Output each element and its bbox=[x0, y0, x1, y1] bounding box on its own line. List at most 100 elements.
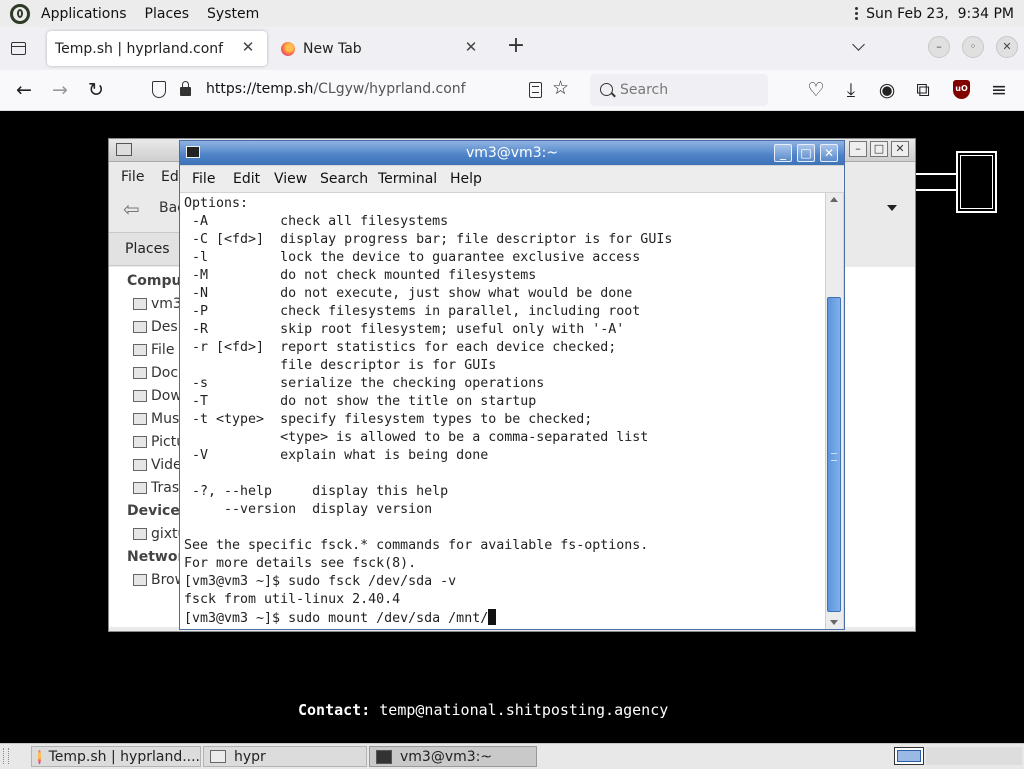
sidebar-item-vm3[interactable]: vm3 bbox=[133, 296, 181, 312]
tab-new-tab[interactable]: New Tab ✕ bbox=[275, 31, 490, 66]
sidebar-item-device[interactable]: gixtu bbox=[133, 526, 180, 542]
applications-menu[interactable]: Applications bbox=[36, 6, 132, 22]
sidebar-item-videos[interactable]: Vide bbox=[133, 457, 181, 473]
sidebar-item-label: vm3 bbox=[151, 296, 181, 312]
search-icon bbox=[600, 83, 613, 96]
firefox-view-icon[interactable] bbox=[8, 39, 28, 59]
folder-icon bbox=[133, 436, 147, 448]
forward-arrow-icon[interactable]: → bbox=[50, 80, 70, 100]
terminal-line: -l lock the device to guarantee exclusiv… bbox=[192, 250, 641, 265]
sidebar-item-label: Brow bbox=[151, 572, 180, 588]
menu-file[interactable]: File bbox=[192, 171, 215, 187]
taskbar-item-browser[interactable]: Temp.sh | hyprland.... bbox=[31, 746, 201, 767]
dropdown-arrow-icon[interactable] bbox=[887, 205, 897, 211]
ascii-art-decoration bbox=[956, 151, 997, 213]
minimize-window-button[interactable]: – bbox=[928, 36, 950, 58]
close-tab-icon[interactable]: ✕ bbox=[241, 40, 255, 55]
top-panel: Applications Places System Sun Feb 23, 9… bbox=[0, 0, 1024, 28]
taskbar-item-file-manager[interactable]: hypr bbox=[203, 746, 367, 767]
distro-logo-icon[interactable] bbox=[10, 3, 30, 24]
sidebar-item-label: Desk bbox=[151, 319, 180, 335]
menu-edit[interactable]: Edit bbox=[233, 171, 260, 187]
navigation-toolbar: ← → ↻ https://temp.sh/CLgyw/hyprland.con… bbox=[0, 70, 1024, 111]
maximize-window-button[interactable]: ◦ bbox=[962, 36, 984, 58]
search-bar[interactable]: Search bbox=[590, 74, 768, 106]
sidebar-item-documents[interactable]: Docu bbox=[133, 365, 180, 381]
sidebar-item-trash[interactable]: Trasl bbox=[133, 480, 180, 496]
url-bar[interactable]: https://temp.sh/CLgyw/hyprland.conf ☆ bbox=[140, 74, 580, 106]
close-button[interactable]: ✕ bbox=[891, 141, 909, 157]
sidebar-item-music[interactable]: Musi bbox=[133, 411, 180, 427]
places-menu[interactable]: Places bbox=[140, 6, 195, 22]
contact-email-link[interactable]: temp@national.shitposting.agency bbox=[379, 701, 668, 719]
sidebar-item-desktop[interactable]: Desk bbox=[133, 319, 180, 335]
terminal-line: -V explain what is being done bbox=[192, 448, 489, 463]
system-menu[interactable]: System bbox=[202, 6, 264, 22]
back-icon[interactable]: ⇦ bbox=[123, 197, 147, 221]
taskbar-item-label: hypr bbox=[234, 748, 266, 765]
pocket-icon[interactable]: ♡ bbox=[806, 80, 826, 100]
terminal-titlebar[interactable]: vm3@vm3:~ _ □ ✕ bbox=[180, 141, 844, 165]
terminal-window: vm3@vm3:~ _ □ ✕ File Edit View Search Te… bbox=[179, 140, 845, 630]
reload-icon[interactable]: ↻ bbox=[86, 80, 106, 100]
section-heading-network: Network bbox=[127, 549, 180, 565]
url-host: https://temp.sh bbox=[206, 81, 314, 97]
minimize-button[interactable]: – bbox=[849, 141, 867, 157]
workspace-switcher[interactable] bbox=[926, 747, 1022, 765]
lock-icon[interactable] bbox=[180, 81, 191, 96]
menu-search[interactable]: Search bbox=[320, 171, 368, 187]
menu-view[interactable]: View bbox=[274, 171, 307, 187]
fm-menu-file[interactable]: File bbox=[121, 169, 144, 185]
extensions-puzzle-icon[interactable]: ⧉ bbox=[913, 80, 933, 100]
section-heading-computer: Compute bbox=[127, 273, 181, 289]
sidebar-item-label: gixtu bbox=[151, 526, 180, 542]
contact-label: Contact: bbox=[298, 701, 371, 719]
places-selector[interactable]: Places bbox=[109, 232, 181, 266]
scrollbar-thumb[interactable] bbox=[827, 297, 841, 612]
tab-temp-sh[interactable]: Temp.sh | hyprland.conf ✕ bbox=[47, 31, 267, 66]
sidebar-item-downloads[interactable]: Dow bbox=[133, 388, 180, 404]
sidebar-item-label: Pictu bbox=[151, 434, 180, 450]
url-text[interactable]: https://temp.sh/CLgyw/hyprland.conf bbox=[206, 81, 466, 97]
taskbar-item-label: vm3@vm3:~ bbox=[400, 748, 493, 765]
menu-terminal[interactable]: Terminal bbox=[378, 171, 437, 187]
sidebar-item-pictures[interactable]: Pictu bbox=[133, 434, 180, 450]
maximize-button[interactable]: □ bbox=[870, 141, 888, 157]
maximize-button[interactable]: □ bbox=[797, 144, 815, 162]
taskbar-item-terminal[interactable]: vm3@vm3:~ bbox=[369, 746, 537, 767]
terminal-menubar: File Edit View Search Terminal Help bbox=[180, 166, 844, 193]
bookmark-star-icon[interactable]: ☆ bbox=[552, 78, 569, 98]
close-tab-icon[interactable]: ✕ bbox=[464, 40, 478, 55]
hamburger-menu-icon[interactable]: ≡ bbox=[989, 80, 1009, 100]
terminal-line: -?, --help display this help bbox=[192, 484, 449, 499]
close-button[interactable]: ✕ bbox=[820, 144, 838, 162]
sidebar-item-file-system[interactable]: File S bbox=[133, 342, 180, 358]
terminal-scrollbar[interactable] bbox=[825, 193, 843, 629]
back-arrow-icon[interactable]: ← bbox=[14, 80, 34, 100]
tracking-protection-shield-icon[interactable] bbox=[152, 81, 166, 98]
sidebar-item-browse-network[interactable]: Brow bbox=[133, 572, 180, 588]
folder-icon bbox=[210, 750, 226, 763]
terminal-output[interactable]: Options: -A check all filesystems -C [<f… bbox=[180, 193, 825, 629]
drive-icon bbox=[133, 528, 147, 540]
new-tab-button[interactable]: + bbox=[505, 35, 527, 57]
minimize-button[interactable]: _ bbox=[774, 144, 792, 162]
workspace-1[interactable] bbox=[894, 747, 924, 765]
terminal-line: -N do not execute, just show what would … bbox=[192, 286, 633, 301]
terminal-line: -r [<fd>] report statistics for each dev… bbox=[192, 340, 617, 355]
sidebar-item-label: Vide bbox=[151, 457, 181, 473]
menu-help[interactable]: Help bbox=[450, 171, 482, 187]
scroll-down-arrow-icon[interactable] bbox=[830, 620, 838, 625]
network-icon bbox=[133, 574, 147, 586]
reader-view-icon[interactable] bbox=[529, 82, 542, 98]
terminal-line: file descriptor is for GUIs bbox=[280, 358, 497, 373]
terminal-text: Options: -A check all filesystems -C [<f… bbox=[184, 195, 672, 628]
close-window-button[interactable]: ✕ bbox=[996, 36, 1018, 58]
downloads-icon[interactable]: ⤓ bbox=[841, 80, 861, 100]
account-icon[interactable]: ◉ bbox=[877, 80, 897, 100]
scroll-up-arrow-icon[interactable] bbox=[830, 197, 838, 202]
ublock-origin-icon[interactable]: uO bbox=[953, 80, 970, 99]
clock[interactable]: Sun Feb 23, 9:34 PM bbox=[866, 6, 1014, 22]
terminal-line: -P check filesystems in parallel, includ… bbox=[192, 304, 641, 319]
list-all-tabs-chevron-icon[interactable] bbox=[852, 39, 868, 55]
